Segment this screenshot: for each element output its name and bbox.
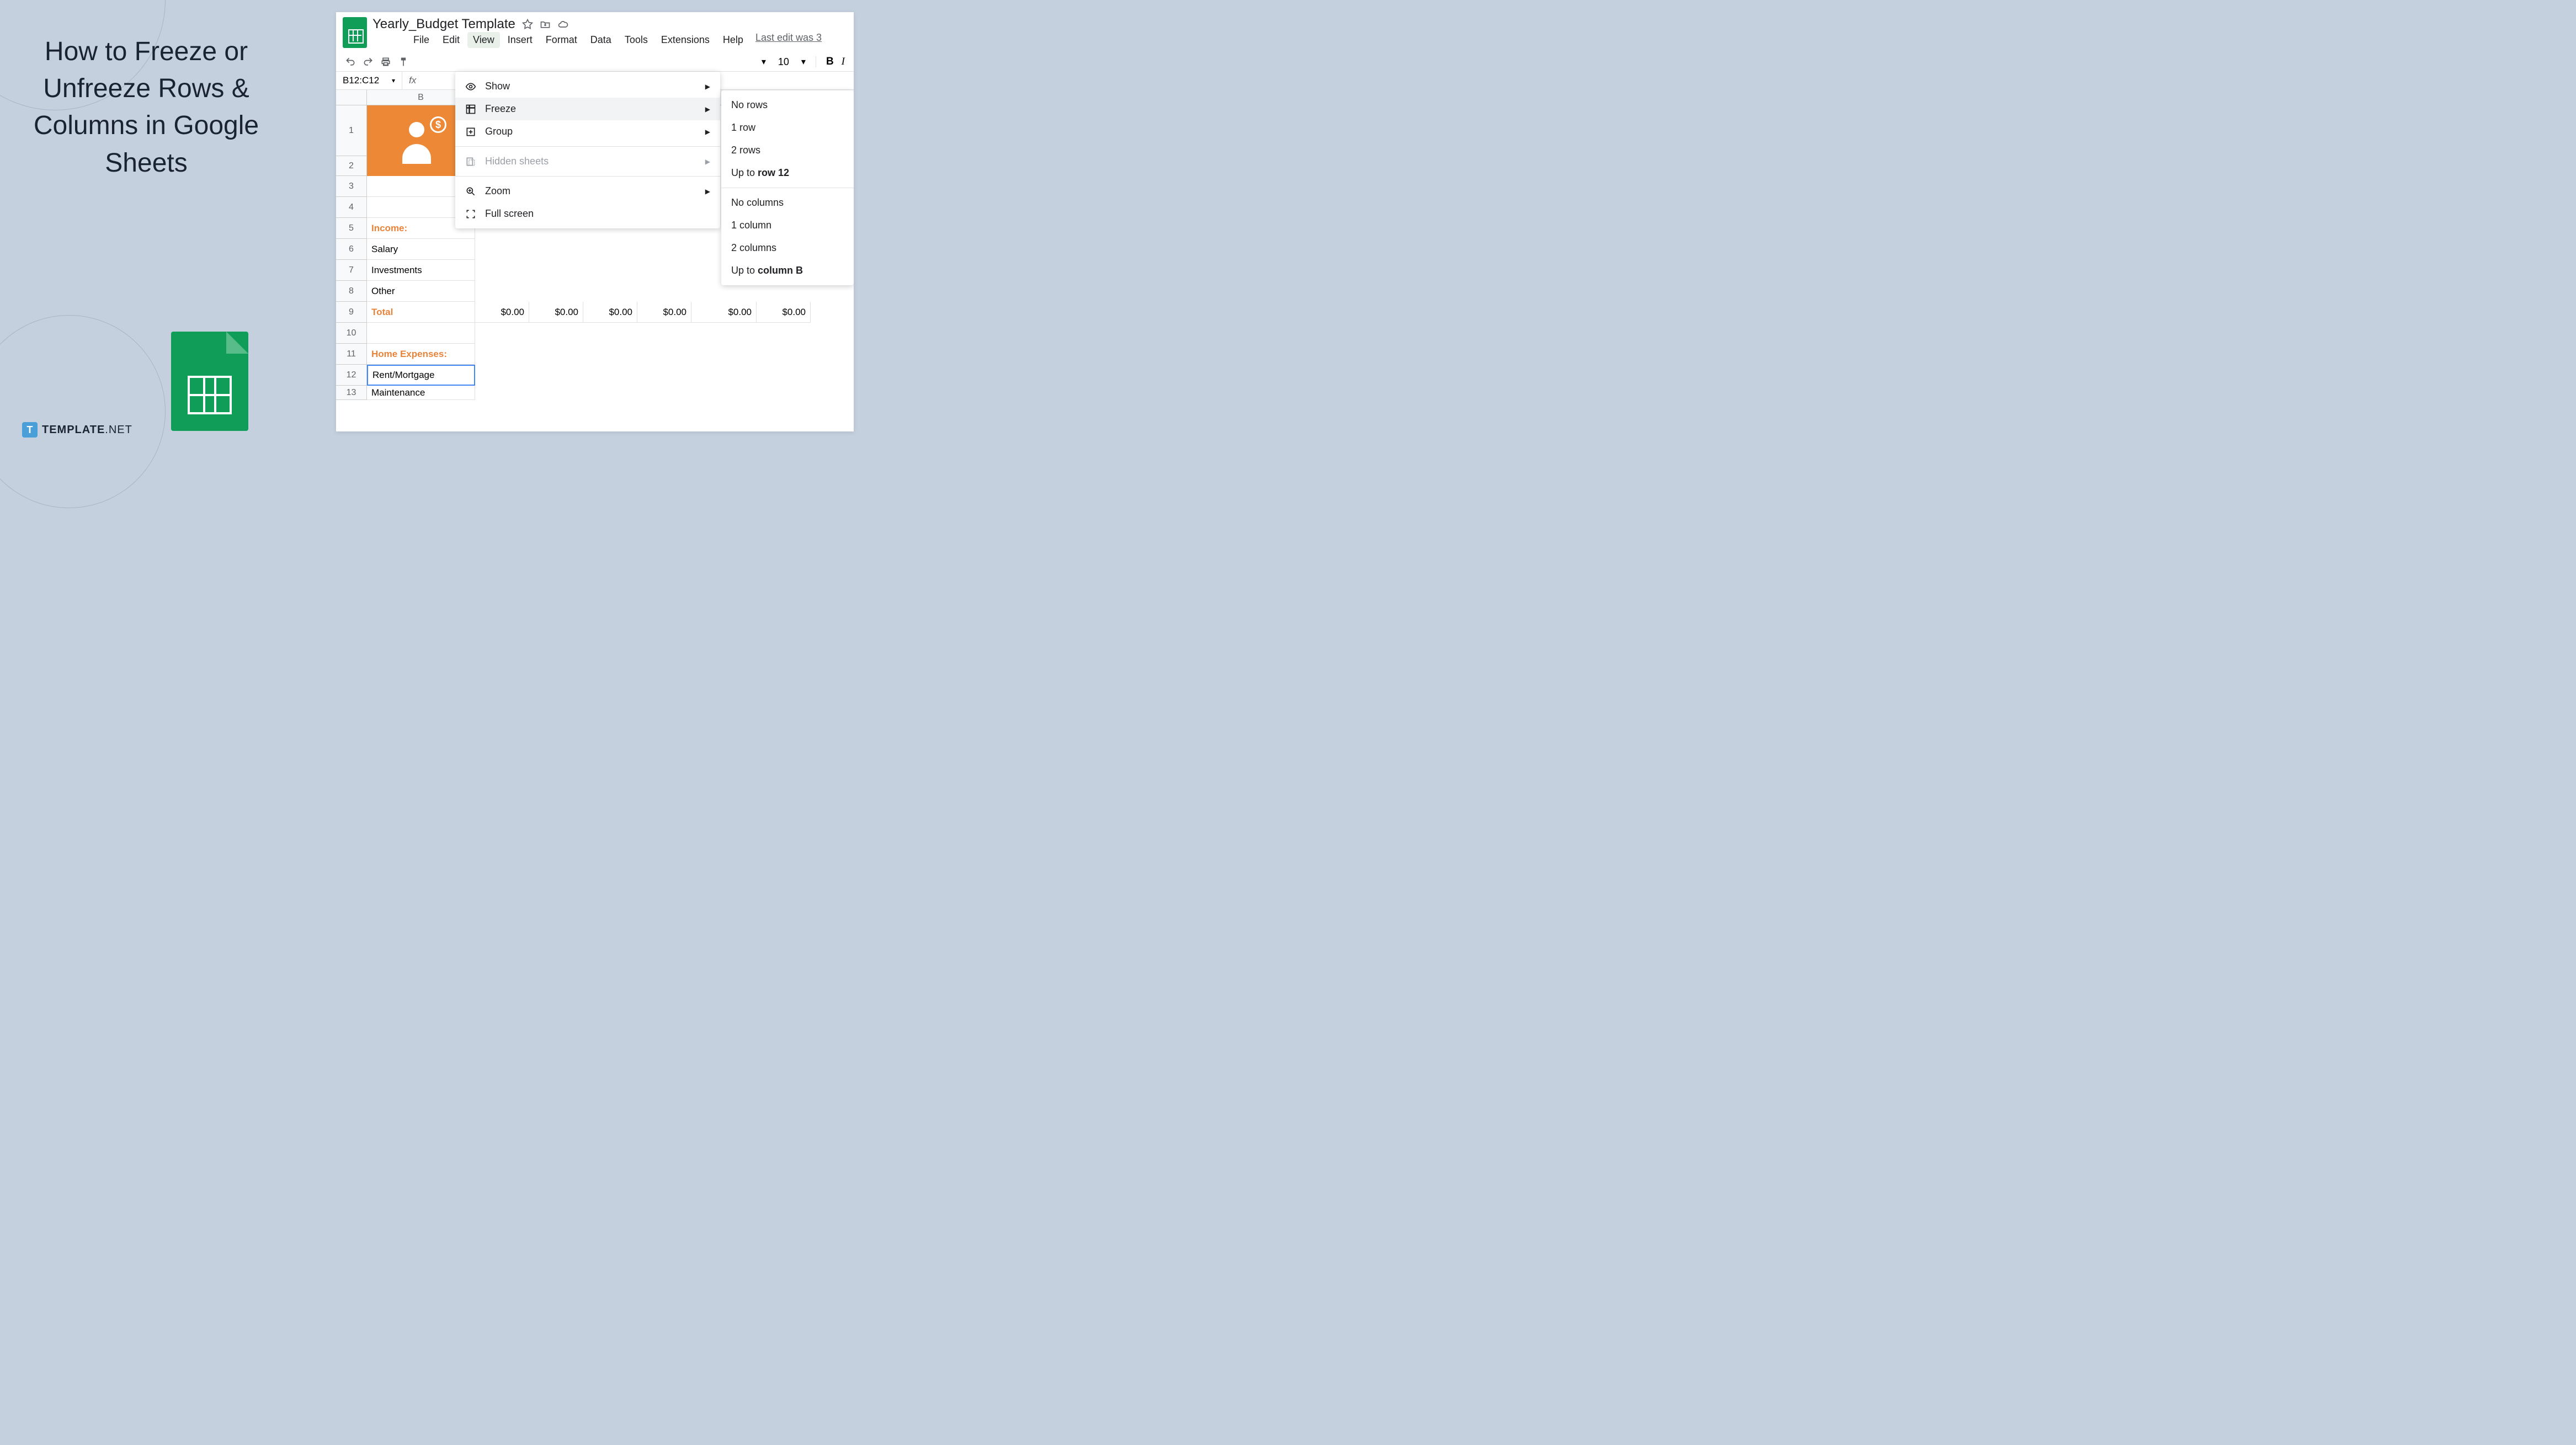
- decorative-curve: [0, 315, 166, 508]
- submenu-arrow-icon: ▶: [705, 188, 710, 195]
- freeze-no-columns[interactable]: No columns: [721, 191, 854, 214]
- print-icon[interactable]: [380, 56, 391, 67]
- cell[interactable]: [367, 323, 475, 344]
- submenu-arrow-icon: ▶: [705, 105, 710, 113]
- freeze-2-rows[interactable]: 2 rows: [721, 139, 854, 162]
- menu-help[interactable]: Help: [717, 32, 749, 48]
- menu-view[interactable]: View: [467, 32, 500, 48]
- row-header[interactable]: 7: [336, 260, 367, 281]
- view-dropdown-menu: Show ▶ Freeze ▶ Group ▶ Hidden sheets ▶ …: [455, 72, 720, 228]
- row-header[interactable]: 9: [336, 302, 367, 323]
- cell[interactable]: $0.00: [529, 302, 583, 323]
- row-header[interactable]: 6: [336, 239, 367, 260]
- redo-icon[interactable]: [363, 56, 374, 67]
- row-header[interactable]: 8: [336, 281, 367, 302]
- cell[interactable]: Investments: [367, 260, 475, 281]
- freeze-1-row[interactable]: 1 row: [721, 116, 854, 139]
- cell[interactable]: Salary: [367, 239, 475, 260]
- paint-format-icon[interactable]: [398, 56, 409, 67]
- freeze-icon: [465, 104, 476, 115]
- menu-format[interactable]: Format: [540, 32, 583, 48]
- view-show-item[interactable]: Show ▶: [455, 75, 720, 98]
- tutorial-title: How to Freeze or Unfreeze Rows & Columns…: [22, 33, 270, 182]
- name-box[interactable]: B12:C12 ▾: [336, 72, 402, 89]
- cell[interactable]: Maintenance: [367, 386, 475, 400]
- move-folder-icon[interactable]: [540, 19, 551, 30]
- menu-extensions[interactable]: Extensions: [656, 32, 715, 48]
- row-header[interactable]: 3: [336, 176, 367, 197]
- freeze-submenu: No rows 1 row 2 rows Up to row 12 No col…: [721, 90, 854, 285]
- submenu-arrow-icon: ▶: [705, 83, 710, 90]
- freeze-no-rows[interactable]: No rows: [721, 94, 854, 116]
- row-header[interactable]: 11: [336, 344, 367, 365]
- zoom-icon: [465, 186, 476, 197]
- freeze-up-to-column[interactable]: Up to column B: [721, 259, 854, 282]
- submenu-arrow-icon: ▶: [705, 128, 710, 136]
- cell-selected[interactable]: Rent/Mortgage: [367, 365, 475, 386]
- cell[interactable]: $0.00: [757, 302, 811, 323]
- undo-icon[interactable]: [345, 56, 356, 67]
- freeze-2-columns[interactable]: 2 columns: [721, 237, 854, 259]
- hidden-sheets-icon: [465, 156, 476, 167]
- font-size-value[interactable]: 10: [774, 56, 794, 68]
- freeze-up-to-row[interactable]: Up to row 12: [721, 162, 854, 184]
- menu-bar: File Edit View Insert Format Data Tools …: [372, 32, 847, 48]
- select-all-corner[interactable]: [336, 90, 367, 105]
- cell[interactable]: $0.00: [475, 302, 529, 323]
- sheets-logo-large: [171, 332, 248, 431]
- document-title[interactable]: Yearly_Budget Template: [372, 17, 515, 32]
- cell[interactable]: $0.00: [583, 302, 637, 323]
- row-header[interactable]: 12: [336, 365, 367, 386]
- template-t-icon: T: [22, 422, 38, 438]
- row-header[interactable]: 2: [336, 156, 367, 176]
- submenu-arrow-icon: ▶: [705, 158, 710, 166]
- menu-data[interactable]: Data: [585, 32, 617, 48]
- view-group-item[interactable]: Group ▶: [455, 120, 720, 143]
- font-size-dropdown-arrow[interactable]: ▾: [762, 56, 766, 67]
- google-sheets-window: Yearly_Budget Template File Edit View In…: [336, 12, 854, 431]
- row-header[interactable]: 13: [336, 386, 367, 400]
- row-header[interactable]: 5: [336, 218, 367, 239]
- italic-button[interactable]: I: [842, 56, 845, 68]
- template-net-logo: T TEMPLATE.NET: [22, 422, 132, 438]
- view-hidden-sheets-item: Hidden sheets ▶: [455, 150, 720, 173]
- group-icon: [465, 126, 476, 137]
- bold-button[interactable]: B: [826, 56, 834, 68]
- font-size-arrow[interactable]: ▾: [801, 56, 806, 67]
- view-zoom-item[interactable]: Zoom ▶: [455, 180, 720, 202]
- star-icon[interactable]: [522, 19, 533, 30]
- cell[interactable]: $0.00: [691, 302, 757, 323]
- menu-file[interactable]: File: [408, 32, 435, 48]
- row-header[interactable]: 1: [336, 105, 367, 156]
- row-header[interactable]: 10: [336, 323, 367, 344]
- menu-insert[interactable]: Insert: [502, 32, 538, 48]
- cell[interactable]: Home Expenses:: [367, 344, 475, 365]
- cloud-status-icon[interactable]: [557, 19, 568, 30]
- menu-edit[interactable]: Edit: [437, 32, 465, 48]
- eye-icon: [465, 81, 476, 92]
- fullscreen-icon: [465, 209, 476, 220]
- cell[interactable]: Other: [367, 281, 475, 302]
- menu-tools[interactable]: Tools: [619, 32, 653, 48]
- freeze-1-column[interactable]: 1 column: [721, 214, 854, 237]
- sheets-app-icon[interactable]: [343, 17, 367, 48]
- view-freeze-item[interactable]: Freeze ▶: [455, 98, 720, 120]
- last-edit-link[interactable]: Last edit was 3: [755, 32, 822, 48]
- formula-fx-label: fx: [402, 75, 423, 86]
- toolbar: ▾ 10 ▾ B I: [336, 52, 854, 72]
- view-fullscreen-item[interactable]: Full screen: [455, 202, 720, 225]
- cell[interactable]: $0.00: [637, 302, 691, 323]
- cell[interactable]: Total: [367, 302, 475, 323]
- row-header[interactable]: 4: [336, 197, 367, 218]
